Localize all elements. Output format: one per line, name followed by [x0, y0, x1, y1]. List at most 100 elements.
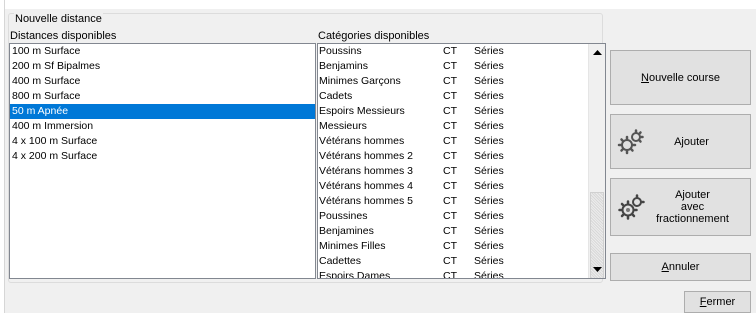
distance-list-item[interactable]: 800 m Surface: [10, 89, 315, 104]
category-code: CT: [443, 105, 457, 117]
new-race-accel: N: [641, 71, 649, 84]
category-type: Séries: [474, 195, 504, 207]
category-type: Séries: [474, 255, 504, 267]
category-list-item[interactable]: Minimes Filles CT Séries: [318, 239, 588, 254]
scroll-down-arrow-icon[interactable]: [589, 261, 605, 278]
category-type: Séries: [474, 150, 504, 162]
category-name: Cadets: [319, 90, 353, 102]
add-button[interactable]: Ajouter: [610, 114, 751, 169]
category-code: CT: [443, 255, 457, 267]
category-type: Séries: [474, 225, 504, 237]
add-split-line2: avec: [680, 201, 705, 213]
category-name: Minimes Garçons: [319, 75, 401, 87]
category-name: Vétérans hommes 5: [319, 195, 413, 207]
distances-listbox[interactable]: 100 m Surface 200 m Sf Bipalmes 400 m Surf…: [9, 43, 316, 279]
distances-label: Distances disponibles: [10, 30, 117, 42]
categories-listbox[interactable]: Poussins CT Séries Benjamins CT Séries Minimes…: [317, 43, 606, 279]
category-list-item[interactable]: Poussines CT Séries: [318, 209, 588, 224]
category-list-item[interactable]: Poussins CT Séries: [318, 44, 588, 59]
category-type: Séries: [474, 165, 504, 177]
category-name: Poussins: [319, 45, 362, 57]
category-code: CT: [443, 225, 457, 237]
category-type: Séries: [474, 270, 504, 279]
distance-list-item[interactable]: 50 m Apnée: [10, 104, 315, 119]
category-name: Espoirs Dames: [319, 270, 391, 279]
distance-list-item[interactable]: 100 m Surface: [10, 44, 315, 59]
category-list-item[interactable]: Vétérans hommes 5 CT Séries: [318, 194, 588, 209]
category-type: Séries: [474, 210, 504, 222]
categories-rows: Poussins CT Séries Benjamins CT Séries Minimes…: [318, 44, 588, 279]
category-type: Séries: [474, 105, 504, 117]
category-code: CT: [443, 150, 457, 162]
category-type: Séries: [474, 120, 504, 132]
category-list-item[interactable]: Vétérans hommes 3 CT Séries: [318, 164, 588, 179]
category-code: CT: [443, 240, 457, 252]
cancel-label: nnuler: [668, 261, 700, 273]
categories-scrollbar[interactable]: [588, 44, 605, 278]
category-name: Poussines: [319, 210, 368, 222]
add-label: Ajouter: [674, 135, 709, 148]
category-type: Séries: [474, 75, 504, 87]
category-code: CT: [443, 165, 457, 177]
cancel-button[interactable]: Annuler: [610, 253, 751, 281]
add-with-split-button[interactable]: Ajouter avec fractionnement: [610, 178, 751, 236]
cancel-accel: A: [661, 261, 669, 273]
category-type: Séries: [474, 45, 504, 57]
new-race-label: ouvelle course: [649, 71, 720, 84]
distance-list-item[interactable]: 200 m Sf Bipalmes: [10, 59, 315, 74]
category-code: CT: [443, 45, 457, 57]
category-name: Vétérans hommes: [319, 135, 405, 147]
gears-icon: [618, 194, 645, 220]
close-accel: F: [699, 296, 707, 308]
category-name: Cadettes: [319, 255, 362, 267]
distance-list-item[interactable]: 400 m Surface: [10, 74, 315, 89]
add-split-line1: Ajouter: [675, 189, 710, 201]
category-list-item[interactable]: Vétérans hommes 2 CT Séries: [318, 149, 588, 164]
category-name: Vétérans hommes 3: [319, 165, 413, 177]
category-code: CT: [443, 270, 457, 279]
category-list-item[interactable]: Espoirs Messieurs CT Séries: [318, 104, 588, 119]
category-code: CT: [443, 135, 457, 147]
category-list-item[interactable]: Cadettes CT Séries: [318, 254, 588, 269]
category-code: CT: [443, 60, 457, 72]
dialog-window: Nouvelle distance Distances disponibles …: [0, 0, 756, 313]
left-edge: [0, 0, 5, 313]
distance-list-item[interactable]: 400 m Immersion: [10, 119, 315, 134]
new-race-button[interactable]: Nouvelle course: [610, 50, 751, 105]
category-code: CT: [443, 180, 457, 192]
category-code: CT: [443, 120, 457, 132]
category-name: Minimes Filles: [319, 240, 386, 252]
category-list-item[interactable]: Benjamins CT Séries: [318, 59, 588, 74]
category-list-item[interactable]: Cadets CT Séries: [318, 89, 588, 104]
category-name: Messieurs: [319, 120, 367, 132]
category-list-item[interactable]: Vétérans hommes 4 CT Séries: [318, 179, 588, 194]
category-name: Espoirs Messieurs: [319, 105, 405, 117]
category-list-item[interactable]: Benjamines CT Séries: [318, 224, 588, 239]
category-type: Séries: [474, 135, 504, 147]
category-name: Vétérans hommes 4: [319, 180, 413, 192]
group-title: Nouvelle distance: [14, 13, 103, 25]
close-label: ermer: [706, 296, 736, 308]
add-split-line3: fractionnement: [656, 213, 729, 225]
category-type: Séries: [474, 180, 504, 192]
category-name: Vétérans hommes 2: [319, 150, 413, 162]
category-name: Benjamines: [319, 225, 374, 237]
close-button[interactable]: Fermer: [684, 291, 751, 313]
distance-list-item[interactable]: 4 x 100 m Surface: [10, 134, 315, 149]
category-code: CT: [443, 195, 457, 207]
category-type: Séries: [474, 90, 504, 102]
category-code: CT: [443, 210, 457, 222]
top-strip: [0, 0, 756, 9]
category-name: Benjamins: [319, 60, 369, 72]
category-code: CT: [443, 90, 457, 102]
category-code: CT: [443, 75, 457, 87]
category-type: Séries: [474, 60, 504, 72]
category-list-item[interactable]: Vétérans hommes CT Séries: [318, 134, 588, 149]
gears-icon: [617, 129, 644, 155]
category-list-item[interactable]: Messieurs CT Séries: [318, 119, 588, 134]
scroll-up-arrow-icon[interactable]: [589, 44, 605, 61]
category-type: Séries: [474, 240, 504, 252]
category-list-item[interactable]: Espoirs Dames CT Séries: [318, 269, 588, 279]
category-list-item[interactable]: Minimes Garçons CT Séries: [318, 74, 588, 89]
distance-list-item[interactable]: 4 x 200 m Surface: [10, 149, 315, 164]
